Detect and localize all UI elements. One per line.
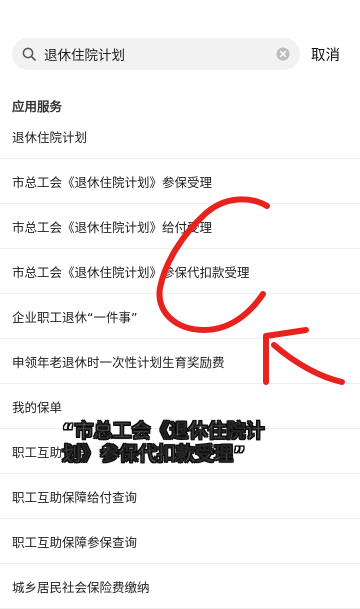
section-title: 应用服务 xyxy=(12,99,63,114)
list-item[interactable]: 市总工会《退休住院计划》给付受理 xyxy=(0,204,360,249)
list-item[interactable]: 城乡居民社会保险费缴纳 xyxy=(0,564,360,609)
cancel-button[interactable]: 取消 xyxy=(311,44,340,65)
list-item[interactable]: 职工互助保障参保查询 xyxy=(0,519,360,564)
list-item[interactable]: 企业职工退休“一件事” xyxy=(0,294,360,339)
list-item[interactable]: 职工互助保障 xyxy=(0,429,360,474)
list-item[interactable]: 退休住院计划 xyxy=(0,114,360,159)
list-item[interactable]: 职工互助保障给付查询 xyxy=(0,474,360,519)
list-item[interactable]: 我的保单 xyxy=(0,384,360,429)
list-item[interactable]: 申领年老退休时一次性计划生育奖励费 xyxy=(0,339,360,384)
list-item[interactable]: 市总工会《退休住院计划》参保受理 xyxy=(0,159,360,204)
results-list: 退休住院计划 市总工会《退休住院计划》参保受理 市总工会《退休住院计划》给付受理… xyxy=(0,114,360,609)
search-bar[interactable]: 退休住院计划 xyxy=(12,38,300,70)
search-input[interactable]: 退休住院计划 xyxy=(44,44,276,64)
list-item[interactable]: 市总工会《退休住院计划》参保代扣款受理 xyxy=(0,249,360,294)
clear-icon[interactable] xyxy=(276,47,290,61)
search-icon xyxy=(22,47,36,61)
